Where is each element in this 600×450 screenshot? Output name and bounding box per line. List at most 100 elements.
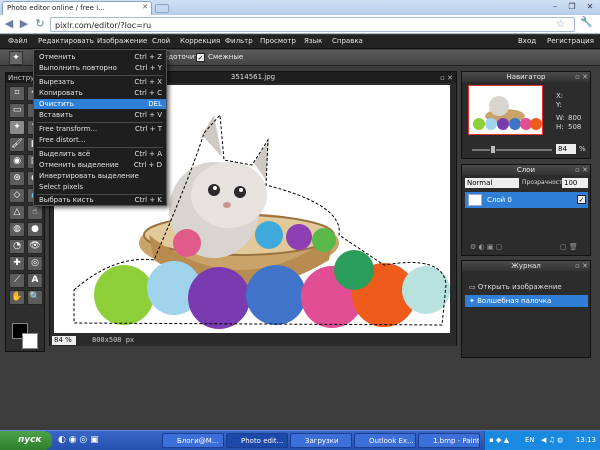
layers-panel-buttons[interactable]: ▫ ✕ — [575, 165, 588, 175]
menu-item-free-transform[interactable]: Free transform... Ctrl + T — [34, 124, 166, 134]
history-item[interactable]: ▭ Открыть изображение — [465, 281, 588, 293]
history-item-icon: ▭ — [469, 283, 476, 291]
zoom-input[interactable]: 84 % — [52, 336, 76, 345]
drawing-tool-icon[interactable]: ◇ — [9, 188, 25, 203]
navigator-title: Навигатор — [462, 72, 590, 82]
taskbar-item-photo-editor[interactable]: Photo edit... — [226, 433, 288, 448]
navigator-thumbnail[interactable] — [468, 85, 543, 135]
bookmark-star-icon[interactable]: ☆ — [556, 19, 565, 30]
reload-icon[interactable]: ↻ — [34, 18, 46, 30]
taskbar-item-blogs[interactable]: Блоги@M... — [162, 433, 224, 448]
layer-tools-icons[interactable]: ⚙ ◐ ▣ ▢ — [470, 243, 502, 251]
browser-tab[interactable]: Photo editor online / free i... ✕ — [2, 1, 152, 15]
nav-zoom-slider-handle[interactable] — [490, 145, 496, 154]
menu-item-select-all[interactable]: Выделить всё Ctrl + A — [34, 149, 166, 159]
menu-item-select-pixels[interactable]: Select pixels — [34, 182, 166, 192]
menu-item-invert-selection[interactable]: Инвертировать выделение — [34, 171, 166, 181]
bucket-tool-icon[interactable]: ◉ — [9, 154, 25, 169]
menu-item-deselect[interactable]: Отменить выделение Ctrl + D — [34, 160, 166, 170]
tray-icons[interactable]: ▪ ◆ ▲ — [489, 436, 509, 444]
navigator-panel-buttons[interactable]: ▫ ✕ — [575, 72, 588, 82]
dodge-tool-icon[interactable]: ● — [27, 222, 43, 237]
nav-x-label: X: — [556, 92, 564, 100]
antialias-checkbox[interactable]: ✓ — [196, 53, 205, 62]
back-icon[interactable]: ◀ — [3, 18, 15, 30]
menu-language[interactable]: Язык — [304, 37, 322, 45]
image-size-label: 800x508 px — [92, 336, 135, 344]
history-item-selected[interactable]: ✦ Волшебная палочка — [465, 295, 588, 307]
nav-zoom-slider[interactable] — [472, 149, 552, 151]
taskbar-item-downloads[interactable]: Загрузки — [290, 433, 352, 448]
forward-icon[interactable]: ▶ — [18, 18, 30, 30]
menu-help[interactable]: Справка — [332, 37, 363, 45]
menu-item-cut[interactable]: Вырезать Ctrl + X — [34, 77, 166, 87]
tray-status-icons[interactable]: ◀ ♫ ◍ — [541, 436, 563, 444]
menu-item-paste[interactable]: Вставить Ctrl + V — [34, 110, 166, 120]
history-panel-buttons[interactable]: ▫ ✕ — [575, 261, 588, 271]
history-item-label: Волшебная палочка — [477, 297, 552, 305]
clone-tool-icon[interactable]: ⊛ — [9, 171, 25, 186]
start-label: пуск — [18, 435, 42, 445]
url-input[interactable]: pixlr.com/editor/?loc=ru ☆ — [50, 17, 575, 32]
spot-heal-icon[interactable]: ✚ — [9, 256, 25, 271]
layer-new-delete-icons[interactable]: ▢ 🗑 — [560, 243, 578, 251]
blend-mode-select[interactable]: Normal — [465, 178, 519, 188]
wand-tool-icon[interactable]: ✦ — [9, 120, 25, 135]
zoom-tool-icon[interactable]: 🔍 — [27, 290, 43, 305]
menu-filter[interactable]: Фильтр — [225, 37, 253, 45]
menu-item-clear[interactable]: Очистить DEL — [34, 99, 166, 109]
menu-item-pick-brush[interactable]: Выбрать кисть Ctrl + K — [34, 195, 166, 205]
wrench-icon[interactable]: 🔧 — [580, 17, 592, 28]
magic-wand-icon[interactable]: ✦ — [9, 51, 23, 65]
redeye-tool-icon[interactable]: 👁 — [27, 239, 43, 254]
menu-file[interactable]: Файл — [8, 37, 27, 45]
layer-visibility-checkbox[interactable]: ✓ — [577, 195, 586, 204]
opacity-value: 100 — [564, 179, 578, 187]
quicklaunch-icons[interactable]: ◐ ◉ ◎ ▣ — [58, 435, 99, 445]
menu-view[interactable]: Просмотр — [260, 37, 296, 45]
type-tool-icon[interactable]: A — [27, 273, 43, 288]
address-bar: ◀ ▶ ↻ pixlr.com/editor/?loc=ru ☆ 🔧 — [0, 15, 600, 34]
menu-adjust[interactable]: Коррекция — [180, 37, 220, 45]
maximize-icon[interactable]: ❐ — [564, 1, 580, 13]
menu-layer[interactable]: Слой — [152, 37, 170, 45]
new-tab-button[interactable] — [155, 4, 169, 13]
brush-tool-icon[interactable]: 🖌 — [9, 137, 25, 152]
history-item-label: Открыть изображение — [477, 283, 562, 291]
burn-tool-icon[interactable]: ◔ — [9, 239, 25, 254]
taskbar-item-paint[interactable]: 1.bmp - Paint — [418, 433, 480, 448]
hand-tool-icon[interactable]: ✋ — [9, 290, 25, 305]
background-color-swatch[interactable] — [22, 333, 38, 349]
minimize-icon[interactable]: – — [547, 1, 563, 13]
clock: 13:13 — [575, 436, 596, 444]
nav-zoom-value: 84 — [558, 145, 567, 153]
menu-separator — [37, 75, 163, 76]
menu-edit[interactable]: Редактировать — [38, 37, 94, 45]
bloat-tool-icon[interactable]: ◎ — [27, 256, 43, 271]
taskbar-item-outlook[interactable]: Outlook Ex... — [354, 433, 416, 448]
close-tab-icon[interactable]: ✕ — [142, 3, 148, 11]
sponge-tool-icon[interactable]: ◍ — [9, 222, 25, 237]
menu-separator — [37, 122, 163, 123]
eyedropper-tool-icon[interactable]: ⟋ — [9, 273, 25, 288]
menu-item-free-distort[interactable]: Free distort... — [34, 135, 166, 145]
menu-item-redo[interactable]: Выполнить повторно Ctrl + Y — [34, 63, 166, 73]
menu-image[interactable]: Изображение — [97, 37, 147, 45]
marquee-tool-icon[interactable]: ▭ — [9, 103, 25, 118]
zoom-value: 84 — [54, 336, 63, 344]
close-window-icon[interactable]: ✕ — [582, 1, 598, 13]
nav-zoom-input[interactable]: 84 — [556, 144, 576, 154]
language-indicator[interactable]: EN — [525, 436, 535, 444]
start-button[interactable]: пуск — [0, 431, 52, 450]
sharpen-tool-icon[interactable]: △ — [9, 205, 25, 220]
document-window-buttons[interactable]: ▫ ✕ — [440, 73, 453, 84]
antialias-label: Смежные — [208, 53, 244, 61]
opacity-input[interactable]: 100 — [562, 178, 588, 188]
layer-row[interactable]: Слой 0 ✓ — [465, 192, 588, 208]
register-link[interactable]: Регистрация — [547, 37, 594, 45]
login-link[interactable]: Вход — [518, 37, 536, 45]
menu-item-undo[interactable]: Отменить Ctrl + Z — [34, 52, 166, 62]
menu-item-copy[interactable]: Копировать Ctrl + C — [34, 88, 166, 98]
crop-tool-icon[interactable]: ⌗ — [9, 86, 25, 101]
smudge-tool-icon[interactable]: ☝ — [27, 205, 43, 220]
